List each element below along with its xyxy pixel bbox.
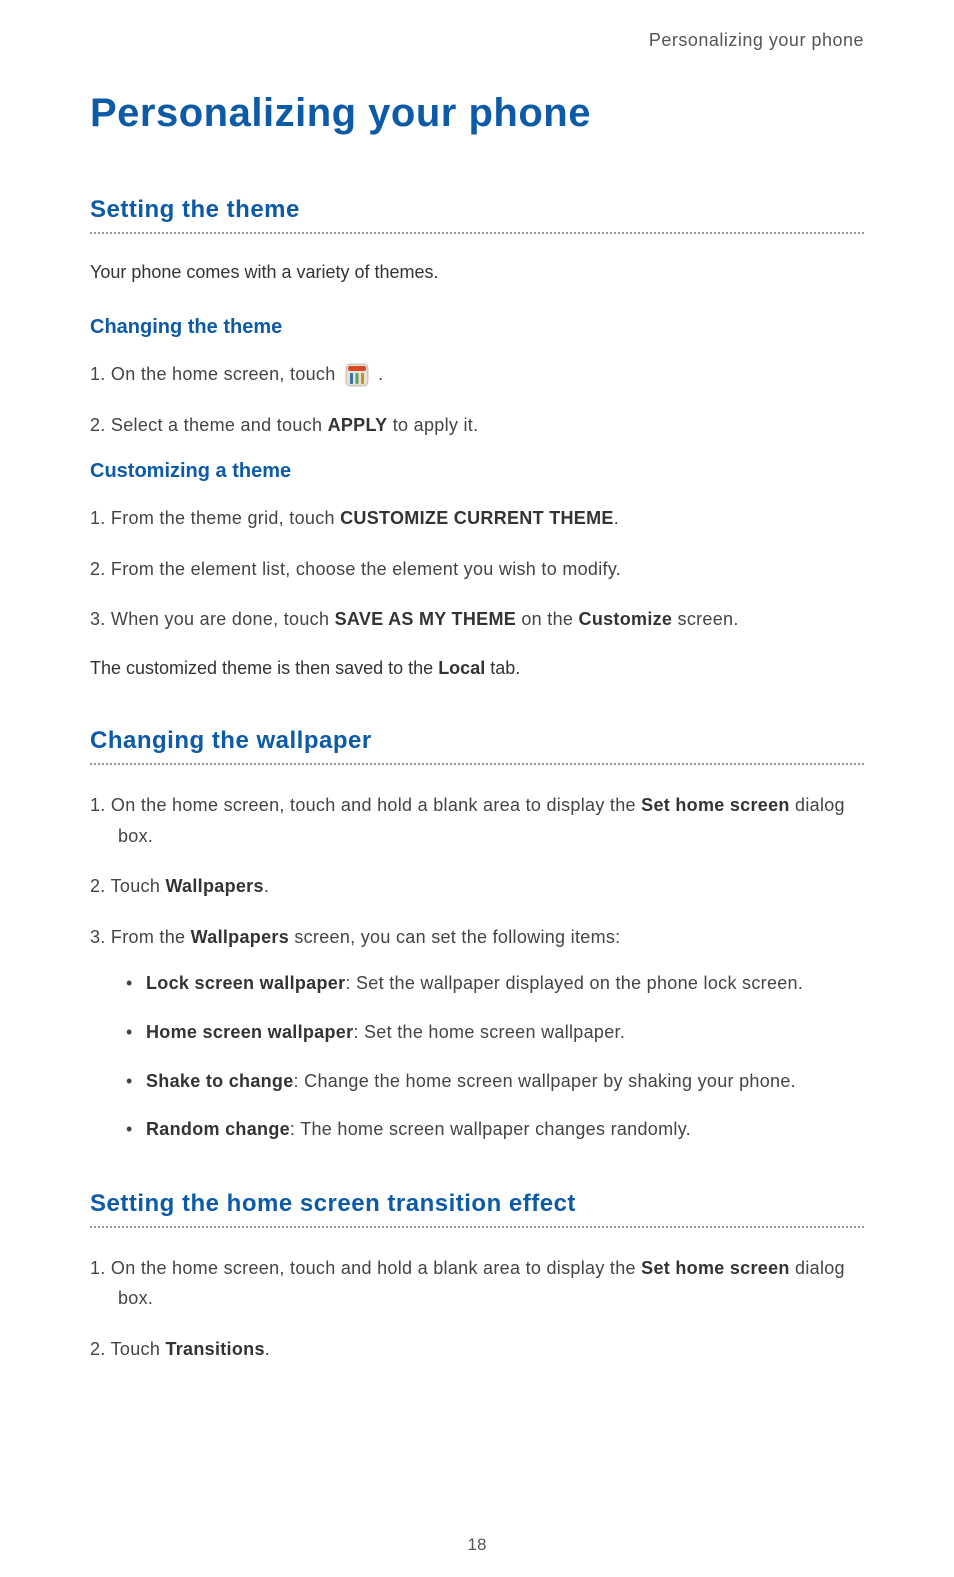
step-text: From the theme grid, touch xyxy=(111,508,340,528)
step-bold-text: Set home screen xyxy=(641,1258,790,1278)
section-title-wallpaper: Changing the wallpaper xyxy=(90,727,864,755)
step-text: to apply it. xyxy=(387,415,478,435)
step-bold-text: CUSTOMIZE CURRENT THEME xyxy=(340,508,614,528)
step-text: On the home screen, touch and hold a bla… xyxy=(111,795,641,815)
step-text: . xyxy=(265,1339,270,1359)
step-text: Select a theme and touch xyxy=(111,415,328,435)
step-text: screen. xyxy=(672,609,738,629)
theme-note: The customized theme is then saved to th… xyxy=(90,655,864,682)
step-bold-text: Wallpapers xyxy=(191,927,289,947)
section-transition-effect: Setting the home screen transition effec… xyxy=(90,1190,864,1365)
step-number: 2. xyxy=(90,415,111,435)
step-item: 1. On the home screen, touch . xyxy=(90,359,864,390)
bullet-bold-text: Home screen wallpaper xyxy=(146,1022,353,1042)
step-bold-text: APPLY xyxy=(328,415,388,435)
step-item: 2. Touch Transitions. xyxy=(90,1334,864,1365)
list-item: Shake to change: Change the home screen … xyxy=(126,1066,864,1097)
theme-intro-text: Your phone comes with a variety of theme… xyxy=(90,259,864,286)
step-item: 3. From the Wallpapers screen, you can s… xyxy=(90,922,864,953)
step-text: . xyxy=(264,876,269,896)
bullet-text: : Change the home screen wallpaper by sh… xyxy=(294,1071,796,1091)
step-bold-text: Wallpapers xyxy=(165,876,263,896)
step-text: From the xyxy=(111,927,191,947)
section-title-transition: Setting the home screen transition effec… xyxy=(90,1190,864,1218)
step-text: On the home screen, touch and hold a bla… xyxy=(111,1258,641,1278)
step-number: 1. xyxy=(90,364,111,384)
subheading-customizing-theme: Customizing a theme xyxy=(90,460,864,483)
step-number: 1. xyxy=(90,795,111,815)
step-text: From the element list, choose the elemen… xyxy=(111,559,621,579)
list-item: Lock screen wallpaper: Set the wallpaper… xyxy=(126,968,864,999)
themes-app-icon xyxy=(345,363,369,387)
section-title-theme: Setting the theme xyxy=(90,196,864,224)
list-item: Random change: The home screen wallpaper… xyxy=(126,1114,864,1145)
step-item: 1. On the home screen, touch and hold a … xyxy=(90,1253,864,1314)
note-text: The customized theme is then saved to th… xyxy=(90,658,438,678)
step-text: When you are done, touch xyxy=(111,609,335,629)
step-text: . xyxy=(614,508,619,528)
step-text: screen, you can set the following items: xyxy=(289,927,620,947)
running-header: Personalizing your phone xyxy=(90,30,864,51)
step-item: 2. Touch Wallpapers. xyxy=(90,871,864,902)
step-item: 1. From the theme grid, touch CUSTOMIZE … xyxy=(90,503,864,534)
step-item: 2. From the element list, choose the ele… xyxy=(90,554,864,585)
divider xyxy=(90,232,864,234)
bullet-text: : The home screen wallpaper changes rand… xyxy=(290,1119,691,1139)
step-item: 3. When you are done, touch SAVE AS MY T… xyxy=(90,604,864,635)
divider xyxy=(90,1226,864,1228)
subheading-changing-theme: Changing the theme xyxy=(90,316,864,339)
step-text: On the home screen, touch xyxy=(111,364,341,384)
bullet-bold-text: Lock screen wallpaper xyxy=(146,973,345,993)
step-text: Touch xyxy=(111,1339,166,1359)
step-text: Touch xyxy=(111,876,166,896)
step-number: 2. xyxy=(90,876,111,896)
step-bold-text: Customize xyxy=(579,609,673,629)
step-number: 1. xyxy=(90,1258,111,1278)
section-setting-theme: Setting the theme Your phone comes with … xyxy=(90,196,864,682)
step-number: 3. xyxy=(90,927,111,947)
step-number: 1. xyxy=(90,508,111,528)
bullet-bold-text: Shake to change xyxy=(146,1071,294,1091)
step-item: 2. Select a theme and touch APPLY to app… xyxy=(90,410,864,441)
list-item: Home screen wallpaper: Set the home scre… xyxy=(126,1017,864,1048)
step-number: 2. xyxy=(90,559,111,579)
wallpaper-options-list: Lock screen wallpaper: Set the wallpaper… xyxy=(90,968,864,1144)
bullet-text: : Set the wallpaper displayed on the pho… xyxy=(345,973,803,993)
transition-steps: 1. On the home screen, touch and hold a … xyxy=(90,1253,864,1365)
step-number: 3. xyxy=(90,609,111,629)
note-bold-text: Local xyxy=(438,658,485,678)
step-number: 2. xyxy=(90,1339,111,1359)
page-title: Personalizing your phone xyxy=(90,91,864,136)
changing-theme-steps: 1. On the home screen, touch . 2. Select… xyxy=(90,359,864,440)
divider xyxy=(90,763,864,765)
wallpaper-steps: 1. On the home screen, touch and hold a … xyxy=(90,790,864,952)
bullet-text: : Set the home screen wallpaper. xyxy=(353,1022,625,1042)
step-text: on the xyxy=(516,609,578,629)
section-changing-wallpaper: Changing the wallpaper 1. On the home sc… xyxy=(90,727,864,1145)
page-number: 18 xyxy=(0,1535,954,1555)
step-item: 1. On the home screen, touch and hold a … xyxy=(90,790,864,851)
step-bold-text: SAVE AS MY THEME xyxy=(335,609,517,629)
step-text: . xyxy=(373,364,384,384)
step-bold-text: Set home screen xyxy=(641,795,790,815)
step-bold-text: Transitions xyxy=(165,1339,264,1359)
bullet-bold-text: Random change xyxy=(146,1119,290,1139)
note-text: tab. xyxy=(485,658,520,678)
customizing-theme-steps: 1. From the theme grid, touch CUSTOMIZE … xyxy=(90,503,864,635)
